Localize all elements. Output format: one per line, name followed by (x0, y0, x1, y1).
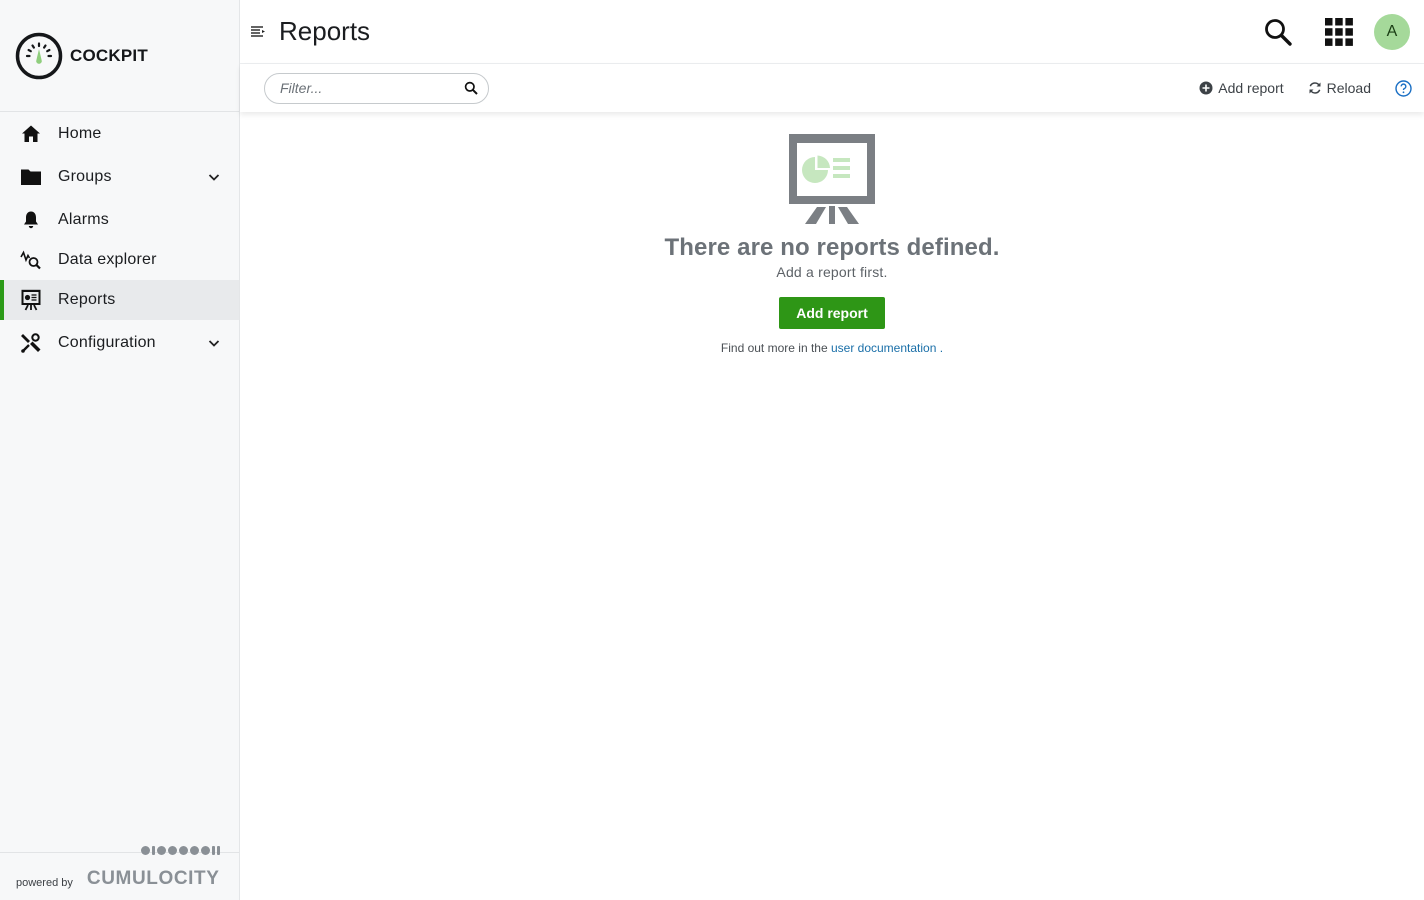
sidebar-item-label: Groups (58, 168, 112, 185)
chevron-down-icon[interactable] (207, 336, 221, 350)
sidebar-item-groups[interactable]: Groups (0, 154, 239, 200)
sidebar-item-reports[interactable]: Reports (0, 280, 239, 320)
filter-input[interactable] (280, 80, 464, 96)
menu-toggle-icon[interactable] (250, 24, 266, 40)
reload-action-label: Reload (1326, 80, 1371, 96)
user-avatar[interactable]: A (1374, 14, 1410, 50)
app-brand[interactable]: COCKPIT (0, 0, 239, 112)
bell-icon (20, 209, 42, 231)
sidebar-item-label: Reports (58, 291, 116, 308)
add-report-action[interactable]: Add report (1199, 80, 1284, 96)
documentation-prefix: Find out more in the (720, 341, 828, 355)
documentation-hint: Find out more in the user documentation … (721, 341, 943, 355)
presentation-board-icon (789, 134, 875, 224)
toolbar-actions: Add report Reload (1199, 64, 1424, 112)
help-icon[interactable] (1395, 79, 1412, 97)
app-switcher-button[interactable] (1320, 13, 1358, 51)
page-header: Reports A (240, 0, 1424, 64)
page-title: Reports (279, 16, 371, 46)
app-name: COCKPIT (70, 45, 148, 65)
sidebar-item-label: Data explorer (58, 251, 157, 268)
sidebar-item-label: Alarms (58, 211, 109, 228)
app-grid-icon (1325, 18, 1353, 46)
search-icon[interactable] (464, 81, 478, 95)
cumulocity-wordmark: CUMULOCITY (86, 868, 220, 889)
sidebar-item-configuration[interactable]: Configuration (0, 320, 239, 366)
empty-state-subtitle: Add a report first. (776, 264, 888, 280)
sidebar-nav: Home Groups Alarms Data explorer Reports… (0, 112, 239, 366)
reload-icon (1309, 82, 1321, 94)
sidebar-item-label: Home (58, 125, 102, 142)
add-report-action-label: Add report (1218, 80, 1284, 96)
configuration-icon (20, 332, 42, 354)
cumulocity-logo: CUMULOCITY (86, 846, 220, 890)
reports-icon (20, 289, 42, 311)
chevron-down-icon[interactable] (207, 170, 221, 184)
sidebar-item-alarms[interactable]: Alarms (0, 200, 239, 240)
sidebar-footer: powered by CUMULOCITY (0, 846, 239, 900)
empty-state-title: There are no reports defined. (664, 234, 1000, 261)
header-actions: A (1259, 13, 1410, 51)
filter-box (264, 72, 489, 104)
home-icon (20, 123, 42, 145)
data-explorer-icon (20, 249, 42, 271)
action-toolbar: Add report Reload (240, 64, 1424, 112)
user-documentation-link[interactable]: user documentation (831, 341, 936, 355)
add-report-button[interactable]: Add report (779, 297, 885, 329)
sidebar-item-data-explorer[interactable]: Data explorer (0, 240, 239, 280)
sidebar-item-home[interactable]: Home (0, 114, 239, 154)
search-icon (1265, 19, 1292, 46)
sidebar: COCKPIT Home Groups Alarms Data explorer… (0, 0, 240, 900)
search-button[interactable] (1259, 13, 1297, 51)
empty-state: There are no reports defined. Add a repo… (240, 112, 1424, 355)
powered-by-label: powered by (16, 877, 73, 889)
cumulocity-dots-icon (140, 846, 220, 855)
folder-icon (20, 166, 42, 188)
documentation-suffix: . (939, 341, 944, 355)
reload-action[interactable]: Reload (1308, 80, 1371, 96)
cockpit-logo-icon (15, 32, 63, 79)
sidebar-item-label: Configuration (58, 334, 156, 351)
plus-circle-icon (1199, 81, 1213, 95)
